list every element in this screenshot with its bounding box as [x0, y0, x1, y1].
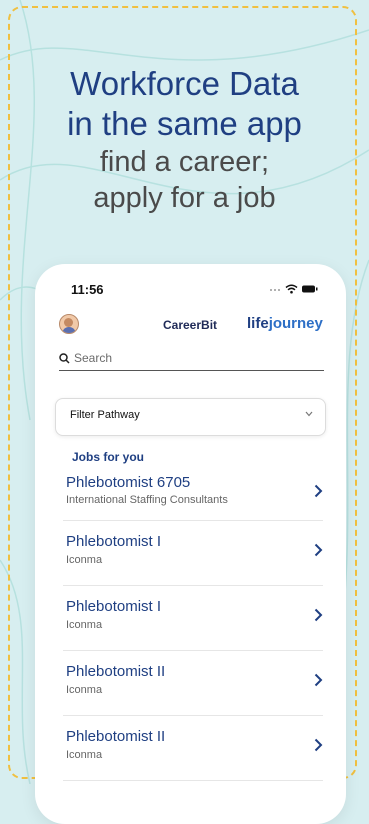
job-company: International Staffing Consultants	[66, 494, 228, 506]
chevron-right-icon	[314, 484, 323, 498]
logo-part-journey: journey	[268, 315, 323, 332]
job-item[interactable]: Phlebotomist I Iconma	[63, 521, 323, 586]
battery-icon	[302, 285, 318, 293]
job-company: Iconma	[66, 554, 103, 566]
careerbit-brand: CareerBit	[163, 318, 218, 332]
headline-line-1: Workforce Data	[70, 65, 299, 102]
status-bar: 11:56	[35, 282, 346, 302]
headline: Workforce Data in the same app find a ca…	[0, 64, 369, 216]
job-item[interactable]: Phlebotomist I Iconma	[63, 586, 323, 651]
job-title: Phlebotomist I	[66, 533, 162, 550]
job-title: Phlebotomist II	[66, 663, 166, 680]
lifejourney-logo: lifejourney	[247, 315, 323, 332]
job-company: Iconma	[66, 619, 103, 631]
status-time: 11:56	[71, 282, 104, 297]
chevron-right-icon	[314, 738, 323, 752]
avatar[interactable]	[59, 314, 79, 334]
chevron-right-icon	[314, 608, 323, 622]
signal-icon	[270, 289, 280, 291]
filter-pathway-dropdown[interactable]: Filter Pathway	[55, 398, 326, 436]
status-icons	[269, 284, 318, 294]
job-list: Phlebotomist 6705 International Staffing…	[63, 470, 323, 781]
chevron-down-icon	[305, 411, 313, 417]
headline-line-4: apply for a job	[93, 182, 276, 214]
app-header: CareerBit lifejourney	[35, 314, 346, 340]
job-item[interactable]: Phlebotomist II Iconma	[63, 716, 323, 781]
search-input[interactable]: Search	[59, 346, 324, 371]
search-placeholder: Search	[74, 351, 113, 365]
headline-line-2: in the same app	[67, 105, 302, 142]
job-company: Iconma	[66, 749, 103, 761]
jobs-section-title: Jobs for you	[72, 450, 145, 464]
chevron-right-icon	[314, 543, 323, 557]
filter-label: Filter Pathway	[70, 409, 140, 421]
job-item[interactable]: Phlebotomist II Iconma	[63, 651, 323, 716]
job-title: Phlebotomist I	[66, 598, 162, 615]
wifi-icon	[285, 284, 298, 294]
job-title: Phlebotomist 6705	[66, 474, 191, 491]
job-title: Phlebotomist II	[66, 728, 166, 745]
chevron-right-icon	[314, 673, 323, 687]
phone-mockup: 11:56 CareerBit lifejourney Search Filte…	[35, 264, 346, 824]
job-company: Iconma	[66, 684, 103, 696]
headline-line-3: find a career;	[99, 146, 270, 178]
search-icon	[59, 352, 70, 364]
logo-part-life: life	[247, 315, 269, 332]
job-item[interactable]: Phlebotomist 6705 International Staffing…	[63, 470, 323, 521]
